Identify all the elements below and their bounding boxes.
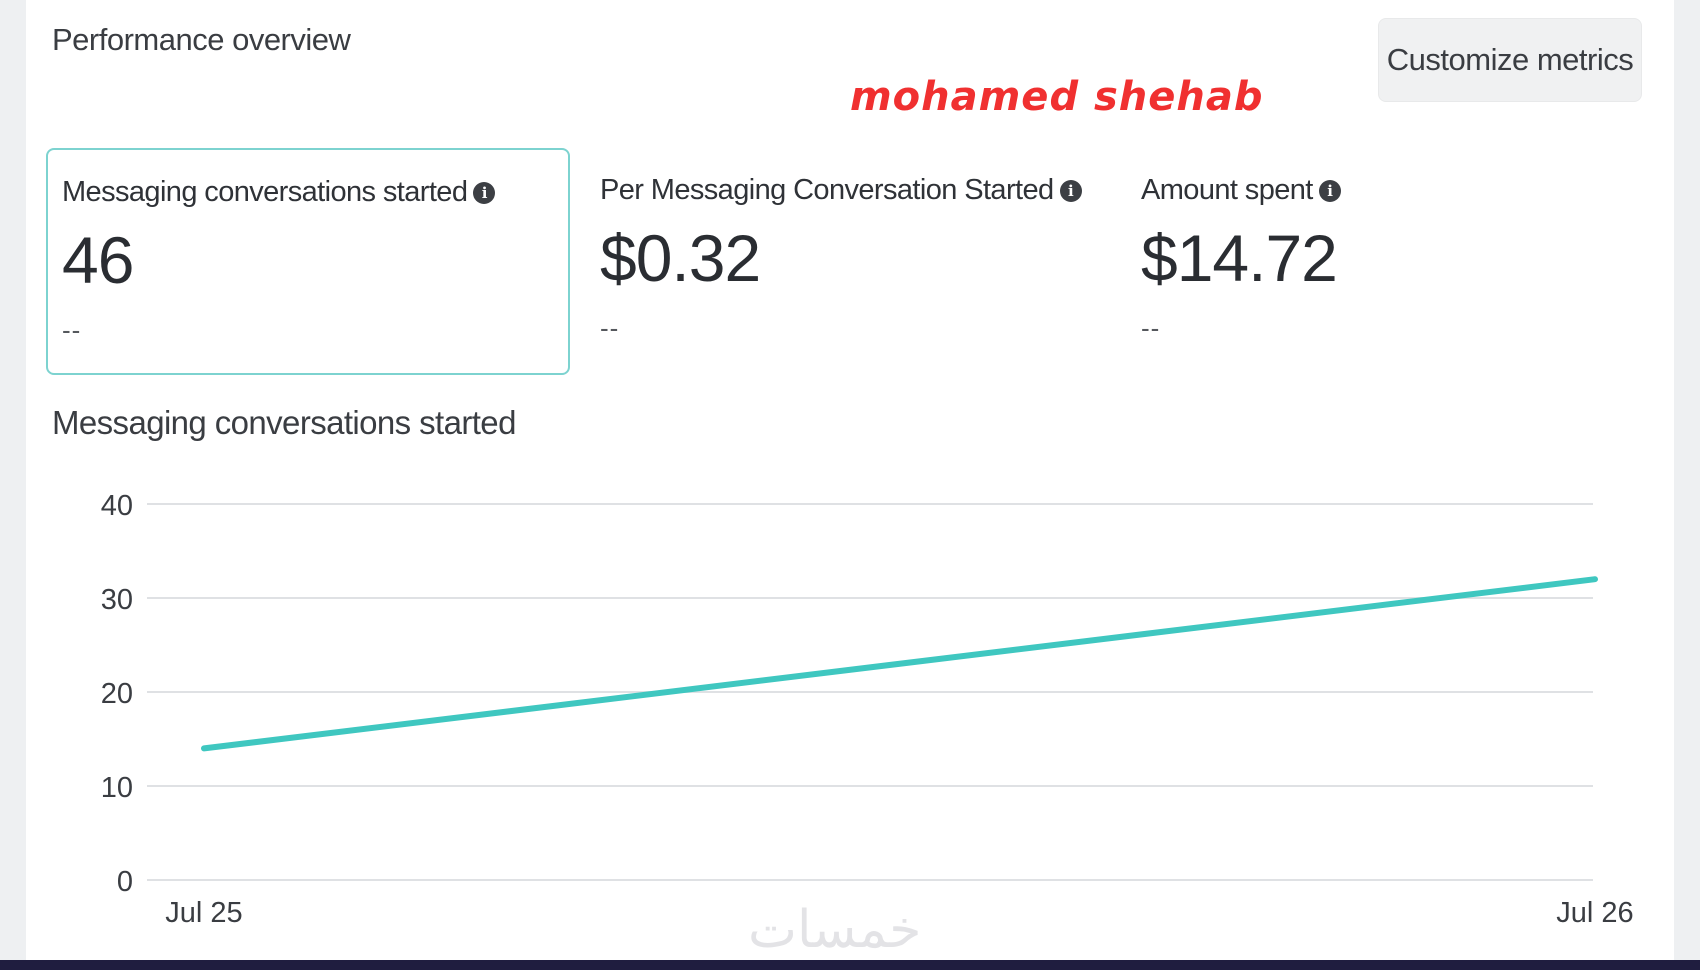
y-tick-label: 0: [117, 866, 133, 898]
metric-value: $14.72: [1141, 221, 1338, 295]
customize-metrics-button[interactable]: Customize metrics: [1378, 18, 1642, 102]
y-tick-label: 20: [101, 678, 133, 710]
metric-delta: --: [1141, 313, 1161, 343]
watermark-text: mohamed shehab: [850, 74, 1264, 120]
y-tick-label: 10: [101, 772, 133, 804]
y-tick-label: 30: [101, 584, 133, 616]
page-title: Performance overview: [52, 22, 351, 57]
bottom-bar: [0, 960, 1700, 970]
metric-label-text: Per Messaging Conversation Started: [600, 174, 1054, 206]
chart-title: Messaging conversations started: [52, 404, 516, 441]
metric-value: $0.32: [600, 221, 761, 295]
info-icon[interactable]: i: [1318, 179, 1341, 202]
metric-delta: --: [600, 313, 620, 343]
metric-card-amount-spent[interactable]: Amount spent i $14.72 --: [1127, 148, 1651, 375]
metric-label-text: Messaging conversations started: [62, 176, 468, 208]
metric-label: Messaging conversations started i: [62, 176, 554, 209]
metric-card-cost-per-conversation[interactable]: Per Messaging Conversation Started i $0.…: [586, 148, 1110, 375]
metric-value: 46: [62, 223, 134, 297]
metric-delta: --: [62, 315, 82, 345]
y-tick-label: 40: [101, 490, 133, 522]
series-line: [201, 576, 1598, 752]
x-tick-label: Jul 26: [1556, 897, 1633, 929]
metric-card-conversations[interactable]: Messaging conversations started i 46 --: [46, 148, 570, 375]
info-icon[interactable]: i: [473, 181, 496, 204]
line-chart: 0 10 20 30 40 Jul 25 Jul 26: [101, 490, 1634, 929]
metric-label: Per Messaging Conversation Started i: [600, 174, 1096, 207]
site-logo: خمسات: [748, 900, 922, 960]
metric-label: Amount spent i: [1141, 174, 1637, 207]
metric-label-text: Amount spent: [1141, 174, 1313, 206]
x-tick-label: Jul 25: [165, 897, 242, 929]
info-icon[interactable]: i: [1059, 179, 1082, 202]
